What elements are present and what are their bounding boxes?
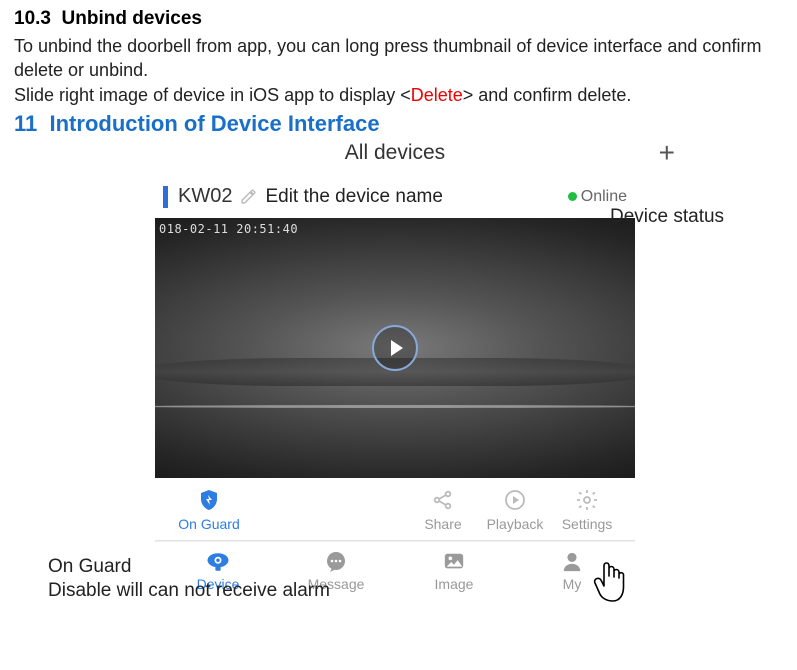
play-icon[interactable] bbox=[372, 325, 418, 371]
section-title: Unbind devices bbox=[62, 8, 202, 29]
camera-thumbnail[interactable]: 018-02-11 20:51:40 bbox=[155, 218, 635, 478]
playback-button[interactable]: Playback bbox=[479, 488, 551, 532]
nav-my[interactable]: My bbox=[527, 550, 617, 592]
section-10-3-heading: 10.3 Unbind devices bbox=[14, 8, 783, 30]
delete-text: Delete bbox=[411, 85, 463, 105]
section-11-heading: 11 Introduction of Device Interface bbox=[14, 111, 783, 137]
app-header-title: All devices bbox=[345, 141, 445, 165]
section-10-3-body2: Slide right image of device in iOS app t… bbox=[14, 83, 783, 107]
edit-name-annotation: Edit the device name bbox=[265, 186, 442, 208]
on-guard-annotation: On Guard Disable will can not receive al… bbox=[48, 555, 330, 603]
chapter-number: 11 bbox=[14, 111, 37, 136]
on-guard-button[interactable]: On Guard bbox=[173, 488, 245, 532]
section-number: 10.3 bbox=[14, 8, 51, 29]
accent-bar bbox=[163, 186, 168, 208]
online-status-label: Online bbox=[581, 188, 627, 206]
device-title-row: KW02 Edit the device name Online bbox=[155, 171, 635, 218]
video-timestamp: 018-02-11 20:51:40 bbox=[159, 222, 298, 236]
nav-image[interactable]: Image bbox=[409, 550, 499, 592]
chapter-title: Introduction of Device Interface bbox=[50, 111, 380, 136]
phone-screenshot: All devices + KW02 Edit the device name … bbox=[155, 135, 635, 596]
add-device-icon[interactable]: + bbox=[659, 137, 675, 169]
online-status-dot bbox=[568, 192, 577, 201]
edit-name-icon[interactable] bbox=[240, 188, 257, 205]
device-status-annotation: Device status bbox=[610, 206, 724, 228]
app-header: All devices + bbox=[155, 135, 635, 171]
device-name-label: KW02 bbox=[178, 185, 232, 208]
image-icon bbox=[440, 550, 468, 574]
settings-button[interactable]: Settings bbox=[551, 488, 623, 532]
share-button[interactable]: Share bbox=[407, 488, 479, 532]
section-10-3-body1: To unbind the doorbell from app, you can… bbox=[14, 34, 783, 83]
device-action-row: On Guard Share Playback Settings bbox=[155, 478, 635, 541]
person-icon bbox=[558, 550, 586, 574]
